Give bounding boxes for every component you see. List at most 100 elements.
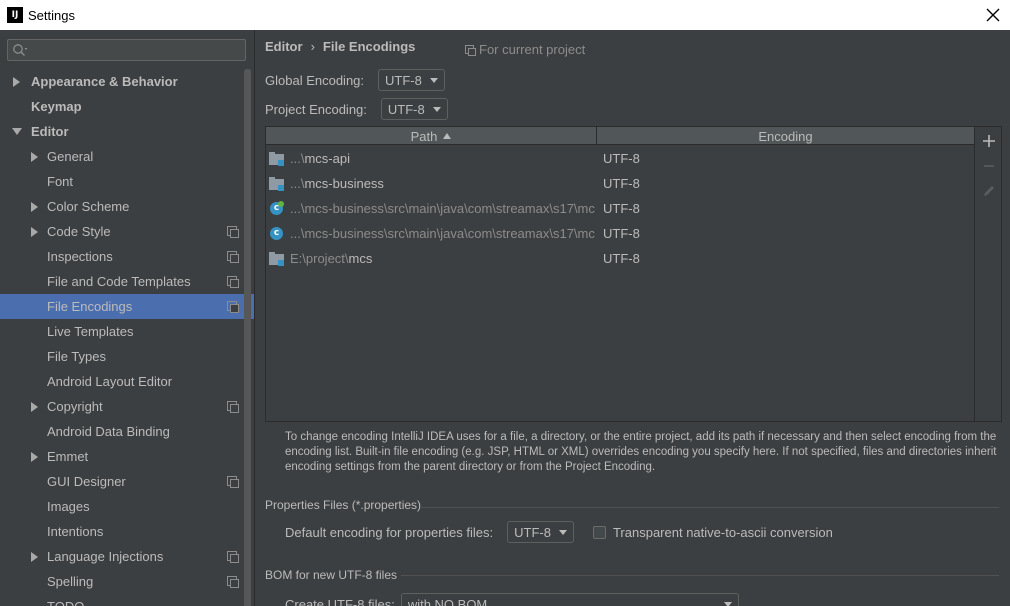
table-row[interactable]: c ...\mcs-business\src\main\java\com\stre…: [266, 196, 974, 221]
table-row[interactable]: ...\ mcs-api UTF-8: [266, 146, 974, 171]
sidebar-item-editor[interactable]: Editor: [0, 119, 254, 144]
sidebar-item-label: Appearance & Behavior: [31, 74, 178, 89]
project-scope-icon: [227, 251, 239, 263]
project-scope-icon: [227, 401, 239, 413]
sidebar-item-intentions[interactable]: Intentions: [0, 519, 254, 544]
sidebar-item-language-injections[interactable]: Language Injections: [0, 544, 254, 569]
java-class-icon: c: [269, 226, 285, 242]
transparent-conversion-label[interactable]: Transparent native-to-ascii conversion: [613, 525, 833, 540]
encoding-cell[interactable]: UTF-8: [603, 196, 640, 221]
global-encoding-value: UTF-8: [385, 72, 422, 88]
sidebar-item-live-templates[interactable]: Live Templates: [0, 319, 254, 344]
sidebar-item-android-data-binding[interactable]: Android Data Binding: [0, 419, 254, 444]
table-row[interactable]: ...\ mcs-business UTF-8: [266, 171, 974, 196]
project-encoding-select[interactable]: UTF-8: [380, 98, 448, 120]
encoding-cell[interactable]: UTF-8: [603, 246, 640, 271]
sort-ascending-icon: [443, 133, 452, 139]
sidebar-item-inspections[interactable]: Inspections: [0, 244, 254, 269]
sidebar-item-label: Code Style: [47, 224, 111, 239]
sidebar-item-emmet[interactable]: Emmet: [0, 444, 254, 469]
chevron-right-icon[interactable]: [31, 551, 38, 562]
search-input[interactable]: [7, 39, 246, 61]
path-name: mcs-api: [304, 151, 350, 166]
sidebar-item-todo[interactable]: TODO: [0, 594, 254, 606]
encoding-cell[interactable]: UTF-8: [603, 146, 640, 171]
properties-section-label: Properties Files (*.properties): [265, 498, 422, 512]
bom-create-label: Create UTF-8 files:: [285, 596, 395, 606]
chevron-down-icon[interactable]: [12, 128, 22, 135]
add-icon[interactable]: [981, 133, 997, 149]
sidebar-item-label: Intentions: [47, 524, 104, 539]
column-header-encoding[interactable]: Encoding: [597, 127, 974, 145]
bom-section-label: BOM for new UTF-8 files: [265, 568, 398, 582]
encoding-cell[interactable]: UTF-8: [603, 171, 640, 196]
java-main-class-icon: c: [269, 200, 285, 217]
sidebar-item-keymap[interactable]: Keymap: [0, 94, 254, 119]
sidebar-item-android-layout-editor[interactable]: Android Layout Editor: [0, 369, 254, 394]
breadcrumb-separator: ›: [310, 39, 315, 54]
sidebar-item-label: Keymap: [31, 99, 82, 114]
settings-sidebar: Appearance & Behavior Keymap Editor General…: [0, 30, 255, 606]
sidebar-item-file-encodings[interactable]: File Encodings: [0, 294, 254, 319]
sidebar-item-spelling[interactable]: Spelling: [0, 569, 254, 594]
remove-icon[interactable]: [981, 158, 997, 174]
sidebar-item-label: Font: [47, 174, 74, 189]
chevron-right-icon[interactable]: [31, 226, 38, 237]
file-encodings-panel: Editor › File Encodings For current proj…: [256, 30, 1010, 606]
sidebar-item-label: Color Scheme: [47, 199, 130, 214]
sidebar-item-copyright[interactable]: Copyright: [0, 394, 254, 419]
transparent-conversion-checkbox[interactable]: [592, 525, 606, 539]
sidebar-item-gui-designer[interactable]: GUI Designer: [0, 469, 254, 494]
path-name: mcs-business: [304, 176, 384, 191]
project-encoding-value: UTF-8: [387, 101, 425, 117]
chevron-right-icon[interactable]: [31, 151, 38, 162]
sidebar-item-label: Images: [47, 499, 90, 514]
properties-default-label: Default encoding for properties files:: [285, 524, 494, 540]
sidebar-scrollbar[interactable]: [244, 69, 251, 606]
scope-hint-text: For current project: [479, 42, 586, 57]
breadcrumb-current: File Encodings: [322, 39, 416, 54]
sidebar-item-label: Language Injections: [47, 549, 164, 564]
sidebar-item-label: File Types: [47, 349, 107, 364]
column-header-path[interactable]: Path: [266, 127, 597, 145]
chevron-right-icon[interactable]: [31, 451, 38, 462]
edit-icon[interactable]: [981, 183, 997, 199]
bom-select[interactable]: with NO BOM: [400, 593, 739, 606]
table-row[interactable]: c ...\mcs-business\src\main\java\com\stre…: [266, 221, 974, 246]
module-folder-icon: [269, 176, 285, 192]
path-cell: c ...\mcs-business\src\main\java\com\stre…: [266, 221, 597, 246]
sidebar-item-label: Inspections: [47, 249, 113, 264]
global-encoding-select[interactable]: UTF-8: [378, 69, 445, 91]
project-scope-icon: [227, 551, 239, 563]
chevron-right-icon[interactable]: [31, 401, 38, 412]
sidebar-item-file-types[interactable]: File Types: [0, 344, 254, 369]
chevron-down-icon: [429, 77, 438, 83]
project-scope-icon: [227, 276, 239, 288]
path-prefix: ...\: [290, 151, 305, 166]
properties-default-row: Default encoding for properties files: U…: [285, 521, 833, 543]
bom-section-title: BOM for new UTF-8 files: [265, 568, 397, 582]
sidebar-item-general[interactable]: General: [0, 144, 254, 169]
global-encoding-row: Global Encoding: UTF-8: [265, 69, 445, 91]
project-scope-icon: [227, 576, 239, 588]
sidebar-item-code-style[interactable]: Code Style: [0, 219, 254, 244]
properties-encoding-select[interactable]: UTF-8: [507, 521, 574, 543]
path-cell: c ...\mcs-business\src\main\java\com\stre…: [266, 196, 597, 221]
chevron-down-icon: [432, 106, 441, 112]
sidebar-item-appearance-behavior[interactable]: Appearance & Behavior: [0, 69, 254, 94]
chevron-right-icon[interactable]: [13, 76, 20, 87]
properties-encoding-value: UTF-8: [514, 524, 551, 540]
sidebar-item-file-and-code-templates[interactable]: File and Code Templates: [0, 269, 254, 294]
sidebar-item-font[interactable]: Font: [0, 169, 254, 194]
table-row[interactable]: E:\project\ mcs UTF-8: [266, 246, 974, 271]
chevron-right-icon[interactable]: [31, 201, 38, 212]
column-encoding-label: Encoding: [758, 128, 813, 144]
path-cell: ...\ mcs-business: [266, 171, 597, 196]
path-prefix: ...\mcs-business\src\main\java\com\strea…: [290, 201, 595, 216]
encoding-cell[interactable]: UTF-8: [603, 221, 640, 246]
sidebar-item-label: Emmet: [47, 449, 89, 464]
close-icon[interactable]: [984, 6, 1002, 24]
sidebar-item-color-scheme[interactable]: Color Scheme: [0, 194, 254, 219]
sidebar-item-images[interactable]: Images: [0, 494, 254, 519]
sidebar-item-label: Live Templates: [47, 324, 134, 339]
